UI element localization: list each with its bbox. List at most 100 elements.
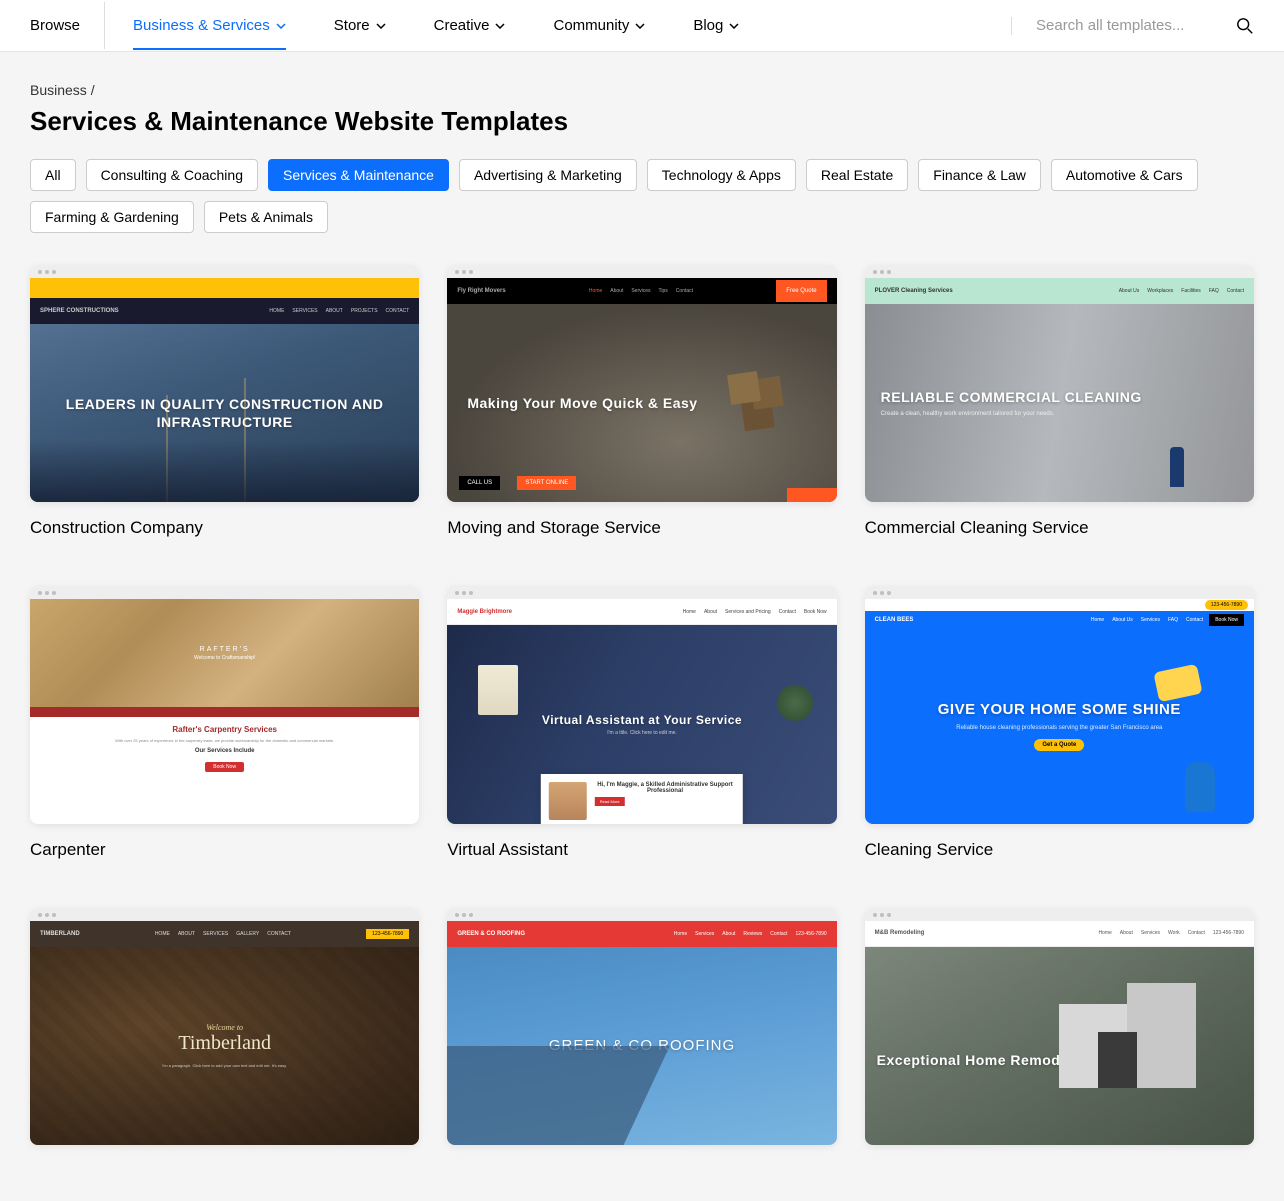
filter-farming[interactable]: Farming & Gardening [30, 201, 194, 233]
thumb-hero-title: Making Your Move Quick & Easy [467, 395, 697, 412]
thumb-navbar: PLOVER Cleaning Services About Us Workpl… [865, 278, 1254, 304]
template-card[interactable]: Fly Right Movers Home About Services Tip… [447, 265, 836, 538]
nav-creative[interactable]: Creative [410, 2, 530, 49]
template-thumbnail: Maggie Brightmore Home About Services an… [447, 586, 836, 823]
thumb-lower: Rafter's Carpentry Services With over 25… [30, 717, 419, 824]
template-thumbnail: PLOVER Cleaning Services About Us Workpl… [865, 265, 1254, 502]
template-card[interactable]: M&B Remodeling Home About Services Work … [865, 908, 1254, 1161]
nav-blog[interactable]: Blog [669, 2, 763, 49]
template-title: Moving and Storage Service [447, 518, 836, 538]
template-title: Virtual Assistant [447, 840, 836, 860]
thumb-hero-sub: I'm a title. Click here to edit me. [607, 730, 677, 736]
thumb-logo: Fly Right Movers [457, 288, 505, 294]
template-thumbnail: GREEN & CO ROOFING Home Services About R… [447, 908, 836, 1145]
nav-community[interactable]: Community [529, 2, 669, 49]
chevron-down-icon [495, 23, 505, 29]
window-dots-icon [38, 591, 56, 595]
thumb-logo: CLEAN BEES [875, 617, 914, 623]
template-card[interactable]: Maggie Brightmore Home About Services an… [447, 586, 836, 859]
thumb-nav: About Us Workplaces Facilities FAQ Conta… [1119, 288, 1244, 294]
thumb-nav: Home About Services Tips Contact [589, 288, 693, 294]
thumb-navbar: TIMBERLAND HOME ABOUT SERVICES GALLERY C… [30, 921, 419, 947]
thumb-para: I'm a paragraph. Click here to add your … [162, 1063, 287, 1068]
template-card[interactable]: 123-456-7890 CLEAN BEES Home About Us Se… [865, 586, 1254, 859]
thumb-hero-title: RELIABLE COMMERCIAL CLEANING [881, 389, 1142, 405]
template-thumbnail: M&B Remodeling Home About Services Work … [865, 908, 1254, 1145]
thumb-book-btn: Book Now [205, 762, 244, 772]
thumb-navbar: Fly Right Movers Home About Services Tip… [447, 278, 836, 304]
search-input[interactable] [1036, 17, 1216, 34]
filter-all[interactable]: All [30, 159, 76, 191]
thumb-welcome: Welcome to [206, 1023, 243, 1032]
thumb-hero-sub: Create a clean, healthy work environment… [881, 411, 1055, 417]
template-card[interactable]: GREEN & CO ROOFING Home Services About R… [447, 908, 836, 1161]
nav-store[interactable]: Store [310, 2, 410, 49]
thumb-nav: HOME ABOUT SERVICES GALLERY CONTACT [155, 931, 291, 937]
template-card[interactable]: SPHERE CONSTRUCTIONS HOME SERVICES ABOUT… [30, 265, 419, 538]
thumb-hero: LEADERS IN QUALITY CONSTRUCTION AND INFR… [30, 324, 419, 502]
thumb-logo: PLOVER Cleaning Services [875, 288, 953, 294]
thumb-tagline: Welcome to Craftsmanship! [194, 655, 255, 661]
thumb-hero: Making Your Move Quick & Easy CALL US ST… [447, 304, 836, 502]
filter-pets[interactable]: Pets & Animals [204, 201, 328, 233]
template-card[interactable]: TIMBERLAND HOME ABOUT SERVICES GALLERY C… [30, 908, 419, 1161]
chevron-down-icon [276, 23, 286, 29]
thumb-hero: RAFTER'S Welcome to Craftsmanship! [30, 599, 419, 707]
thumb-cta: Free Quote [776, 280, 826, 302]
thumb-hero-title: GIVE YOUR HOME SOME SHINE [938, 702, 1181, 719]
nav-label: Creative [434, 17, 490, 34]
filter-real-estate[interactable]: Real Estate [806, 159, 908, 191]
thumb-hero: RELIABLE COMMERCIAL CLEANING Create a cl… [865, 304, 1254, 502]
template-card[interactable]: PLOVER Cleaning Services About Us Workpl… [865, 265, 1254, 538]
thumb-brand: Timberland [178, 1032, 271, 1055]
template-title: Cleaning Service [865, 840, 1254, 860]
filter-services-maintenance[interactable]: Services & Maintenance [268, 159, 449, 191]
thumb-book: Book Now [1209, 614, 1244, 626]
thumb-quote-btn: Get a Quote [1034, 739, 1084, 751]
template-thumbnail: TIMBERLAND HOME ABOUT SERVICES GALLERY C… [30, 908, 419, 1145]
thumb-hero: GREEN & CO ROOFING [447, 947, 836, 1145]
template-card[interactable]: RAFTER'S Welcome to Craftsmanship! Rafte… [30, 586, 419, 859]
thumb-nav: Home About Us Services FAQ Contact [1091, 617, 1203, 623]
template-thumbnail: 123-456-7890 CLEAN BEES Home About Us Se… [865, 586, 1254, 823]
thumb-hero: GIVE YOUR HOME SOME SHINE Reliable house… [865, 629, 1254, 823]
window-dots-icon [455, 913, 473, 917]
filter-technology[interactable]: Technology & Apps [647, 159, 796, 191]
avatar-icon [549, 782, 587, 820]
template-title: Commercial Cleaning Service [865, 518, 1254, 538]
thumb-navbar: GREEN & CO ROOFING Home Services About R… [447, 921, 836, 947]
template-title: Construction Company [30, 518, 419, 538]
filter-finance[interactable]: Finance & Law [918, 159, 1041, 191]
thumb-top-strip: 123-456-7890 [865, 599, 1254, 611]
chevron-down-icon [729, 23, 739, 29]
breadcrumb[interactable]: Business / [30, 82, 1254, 98]
thumb-navbar: SPHERE CONSTRUCTIONS HOME SERVICES ABOUT… [30, 298, 419, 324]
thumb-navbar: CLEAN BEES Home About Us Services FAQ Co… [865, 611, 1254, 629]
template-grid: SPHERE CONSTRUCTIONS HOME SERVICES ABOUT… [30, 265, 1254, 1161]
search-icon[interactable] [1236, 17, 1254, 35]
thumb-nav: Home Services About Reviews Contact 123-… [674, 931, 827, 937]
thumb-hero: Virtual Assistant at Your Service I'm a … [447, 625, 836, 823]
thumb-navbar: Maggie Brightmore Home About Services an… [447, 599, 836, 625]
window-dots-icon [873, 270, 891, 274]
filter-consulting[interactable]: Consulting & Coaching [86, 159, 258, 191]
top-nav: Browse Business & Services Store Creativ… [0, 0, 1284, 52]
chevron-down-icon [376, 23, 386, 29]
page-content: Business / Services & Maintenance Websit… [0, 52, 1284, 1201]
thumb-text: With over 25 years of experience in the … [115, 738, 334, 744]
page-title: Services & Maintenance Website Templates [30, 106, 1254, 137]
nav-links: Browse Business & Services Store Creativ… [30, 2, 763, 49]
nav-business-services[interactable]: Business & Services [109, 2, 310, 49]
thumb-navbar [30, 707, 419, 717]
template-thumbnail: SPHERE CONSTRUCTIONS HOME SERVICES ABOUT… [30, 265, 419, 502]
thumb-logo: GREEN & CO ROOFING [457, 931, 525, 937]
thumb-nav: HOME SERVICES ABOUT PROJECTS CONTACT [269, 308, 409, 314]
filter-automotive[interactable]: Automotive & Cars [1051, 159, 1198, 191]
nav-browse[interactable]: Browse [30, 2, 105, 49]
window-dots-icon [455, 270, 473, 274]
thumb-intro-card: Hi, I'm Maggie, a Skilled Administrative… [541, 774, 743, 824]
thumb-logo: SPHERE CONSTRUCTIONS [40, 308, 119, 314]
thumb-hero-sub: Reliable house cleaning professionals se… [956, 725, 1162, 731]
thumb-phone: 123-456-7890 [366, 929, 409, 939]
filter-advertising[interactable]: Advertising & Marketing [459, 159, 637, 191]
